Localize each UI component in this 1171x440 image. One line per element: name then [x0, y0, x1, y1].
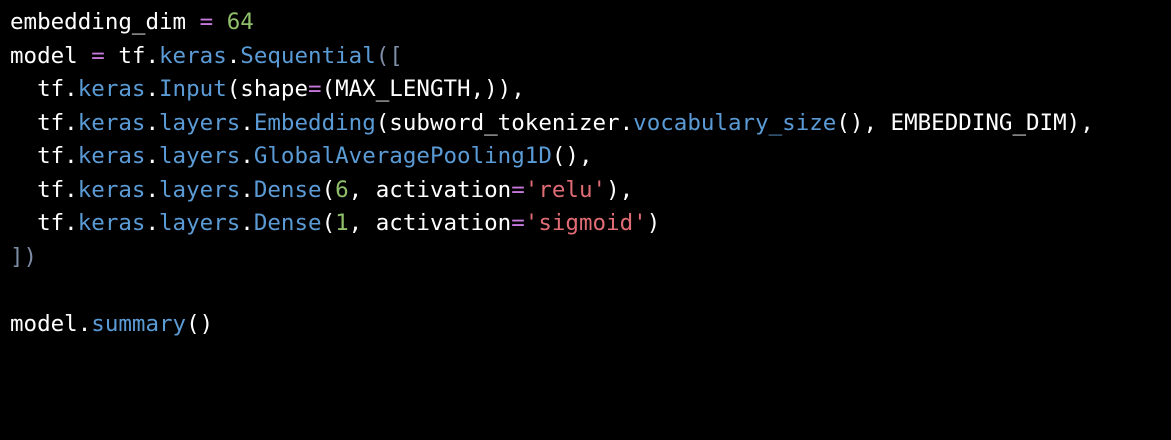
code-token-default: . — [240, 176, 254, 203]
code-token-operator: = — [199, 9, 214, 35]
code-token-default: (subword_tokenizer. — [375, 109, 634, 136]
code-token-attribute: Dense — [253, 210, 322, 236]
code-token-attribute: Input — [159, 76, 227, 102]
code-token-attribute: keras — [77, 109, 146, 136]
code-token-operator: = — [91, 42, 105, 69]
code-token-attribute: keras — [159, 42, 227, 69]
code-token-bracket: ([ — [375, 42, 403, 69]
code-token-attribute: Dense — [253, 176, 322, 203]
code-token-attribute: Embedding — [253, 109, 376, 136]
code-token-default: tf. — [10, 176, 78, 203]
code-token-default: model — [10, 42, 92, 69]
code-token-default: model. — [10, 310, 92, 337]
code-token-default: . — [145, 176, 160, 203]
code-token-default: . — [145, 109, 160, 136]
code-line: embedding_dim = 64 — [10, 6, 1160, 40]
code-token-number: 6 — [335, 176, 349, 203]
code-token-default: (MAX_LENGTH,)), — [321, 76, 525, 102]
code-token-attribute: layers — [159, 210, 241, 236]
code-token-default: (), — [551, 143, 593, 169]
code-line: tf.keras.Input(shape=(MAX_LENGTH,)), — [10, 73, 1160, 107]
code-token-default: ) — [646, 210, 661, 236]
code-token-default: ( — [321, 176, 336, 203]
code-token-operator: = — [308, 76, 322, 102]
code-line: tf.keras.layers.Dense(1, activation='sig… — [10, 207, 1160, 241]
code-token-default: (), EMBEDDING_DIM), — [836, 109, 1094, 136]
code-line: tf.keras.layers.Dense(6, activation='rel… — [10, 174, 1160, 208]
code-token-attribute: keras — [77, 176, 146, 203]
code-token-default: tf. — [104, 42, 160, 69]
code-token-number: 64 — [226, 9, 254, 35]
code-token-operator: = — [511, 210, 525, 236]
code-token-attribute: keras — [77, 143, 146, 169]
code-token-default: tf. — [10, 210, 78, 236]
code-token-default — [213, 9, 227, 35]
code-token-attribute: layers — [159, 176, 241, 203]
code-token-default: , activation — [348, 210, 512, 236]
code-token-default: () — [186, 310, 214, 337]
code-token-default: . — [240, 109, 254, 136]
code-token-default: . — [240, 210, 254, 236]
code-token-default: embedding_dim — [10, 9, 200, 35]
code-token-default: tf. — [10, 143, 78, 169]
code-token-attribute: keras — [77, 210, 146, 236]
code-token-default: ( — [321, 210, 336, 236]
code-line: tf.keras.layers.GlobalAveragePooling1D()… — [10, 140, 1160, 174]
code-token-attribute: layers — [159, 109, 241, 136]
code-token-attribute: Sequential — [240, 42, 376, 69]
code-token-default: . — [240, 143, 254, 169]
code-token-attribute: layers — [159, 143, 241, 169]
code-token-default: . — [145, 210, 160, 236]
code-token-string: 'sigmoid' — [524, 210, 647, 236]
code-token-default: (shape — [226, 76, 309, 102]
code-line: model.summary() — [10, 308, 1160, 342]
code-token-default: tf. — [10, 76, 78, 102]
code-token-attribute: summary — [91, 310, 187, 337]
code-token-operator: = — [511, 176, 525, 203]
code-block: embedding_dim = 64 model = tf.keras.Seque… — [10, 6, 1160, 341]
code-token-bracket: ]) — [10, 243, 38, 270]
code-token-attribute: keras — [77, 76, 146, 102]
code-token-default: ), — [606, 176, 634, 203]
code-line: tf.keras.layers.Embedding(subword_tokeni… — [10, 107, 1160, 141]
code-line: model = tf.keras.Sequential([ — [10, 40, 1160, 74]
code-token-attribute: GlobalAveragePooling1D — [253, 143, 552, 169]
code-line: ]) — [10, 241, 1160, 275]
code-token-default: . — [145, 143, 160, 169]
code-token-default: , activation — [348, 176, 512, 203]
code-token-string: 'relu' — [524, 176, 607, 203]
code-token-attribute: vocabulary_size — [633, 109, 837, 136]
code-token-default: tf. — [10, 109, 78, 136]
code-token-default: . — [226, 42, 241, 69]
code-token-number: 1 — [335, 210, 349, 236]
code-token-default: . — [145, 76, 160, 102]
